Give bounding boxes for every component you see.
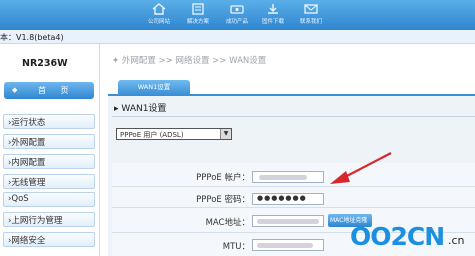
watermark: OO2CN .cn [344, 210, 475, 256]
watermark-logo: OO2CN [350, 222, 445, 251]
watermark-suffix: .cn [448, 234, 465, 247]
